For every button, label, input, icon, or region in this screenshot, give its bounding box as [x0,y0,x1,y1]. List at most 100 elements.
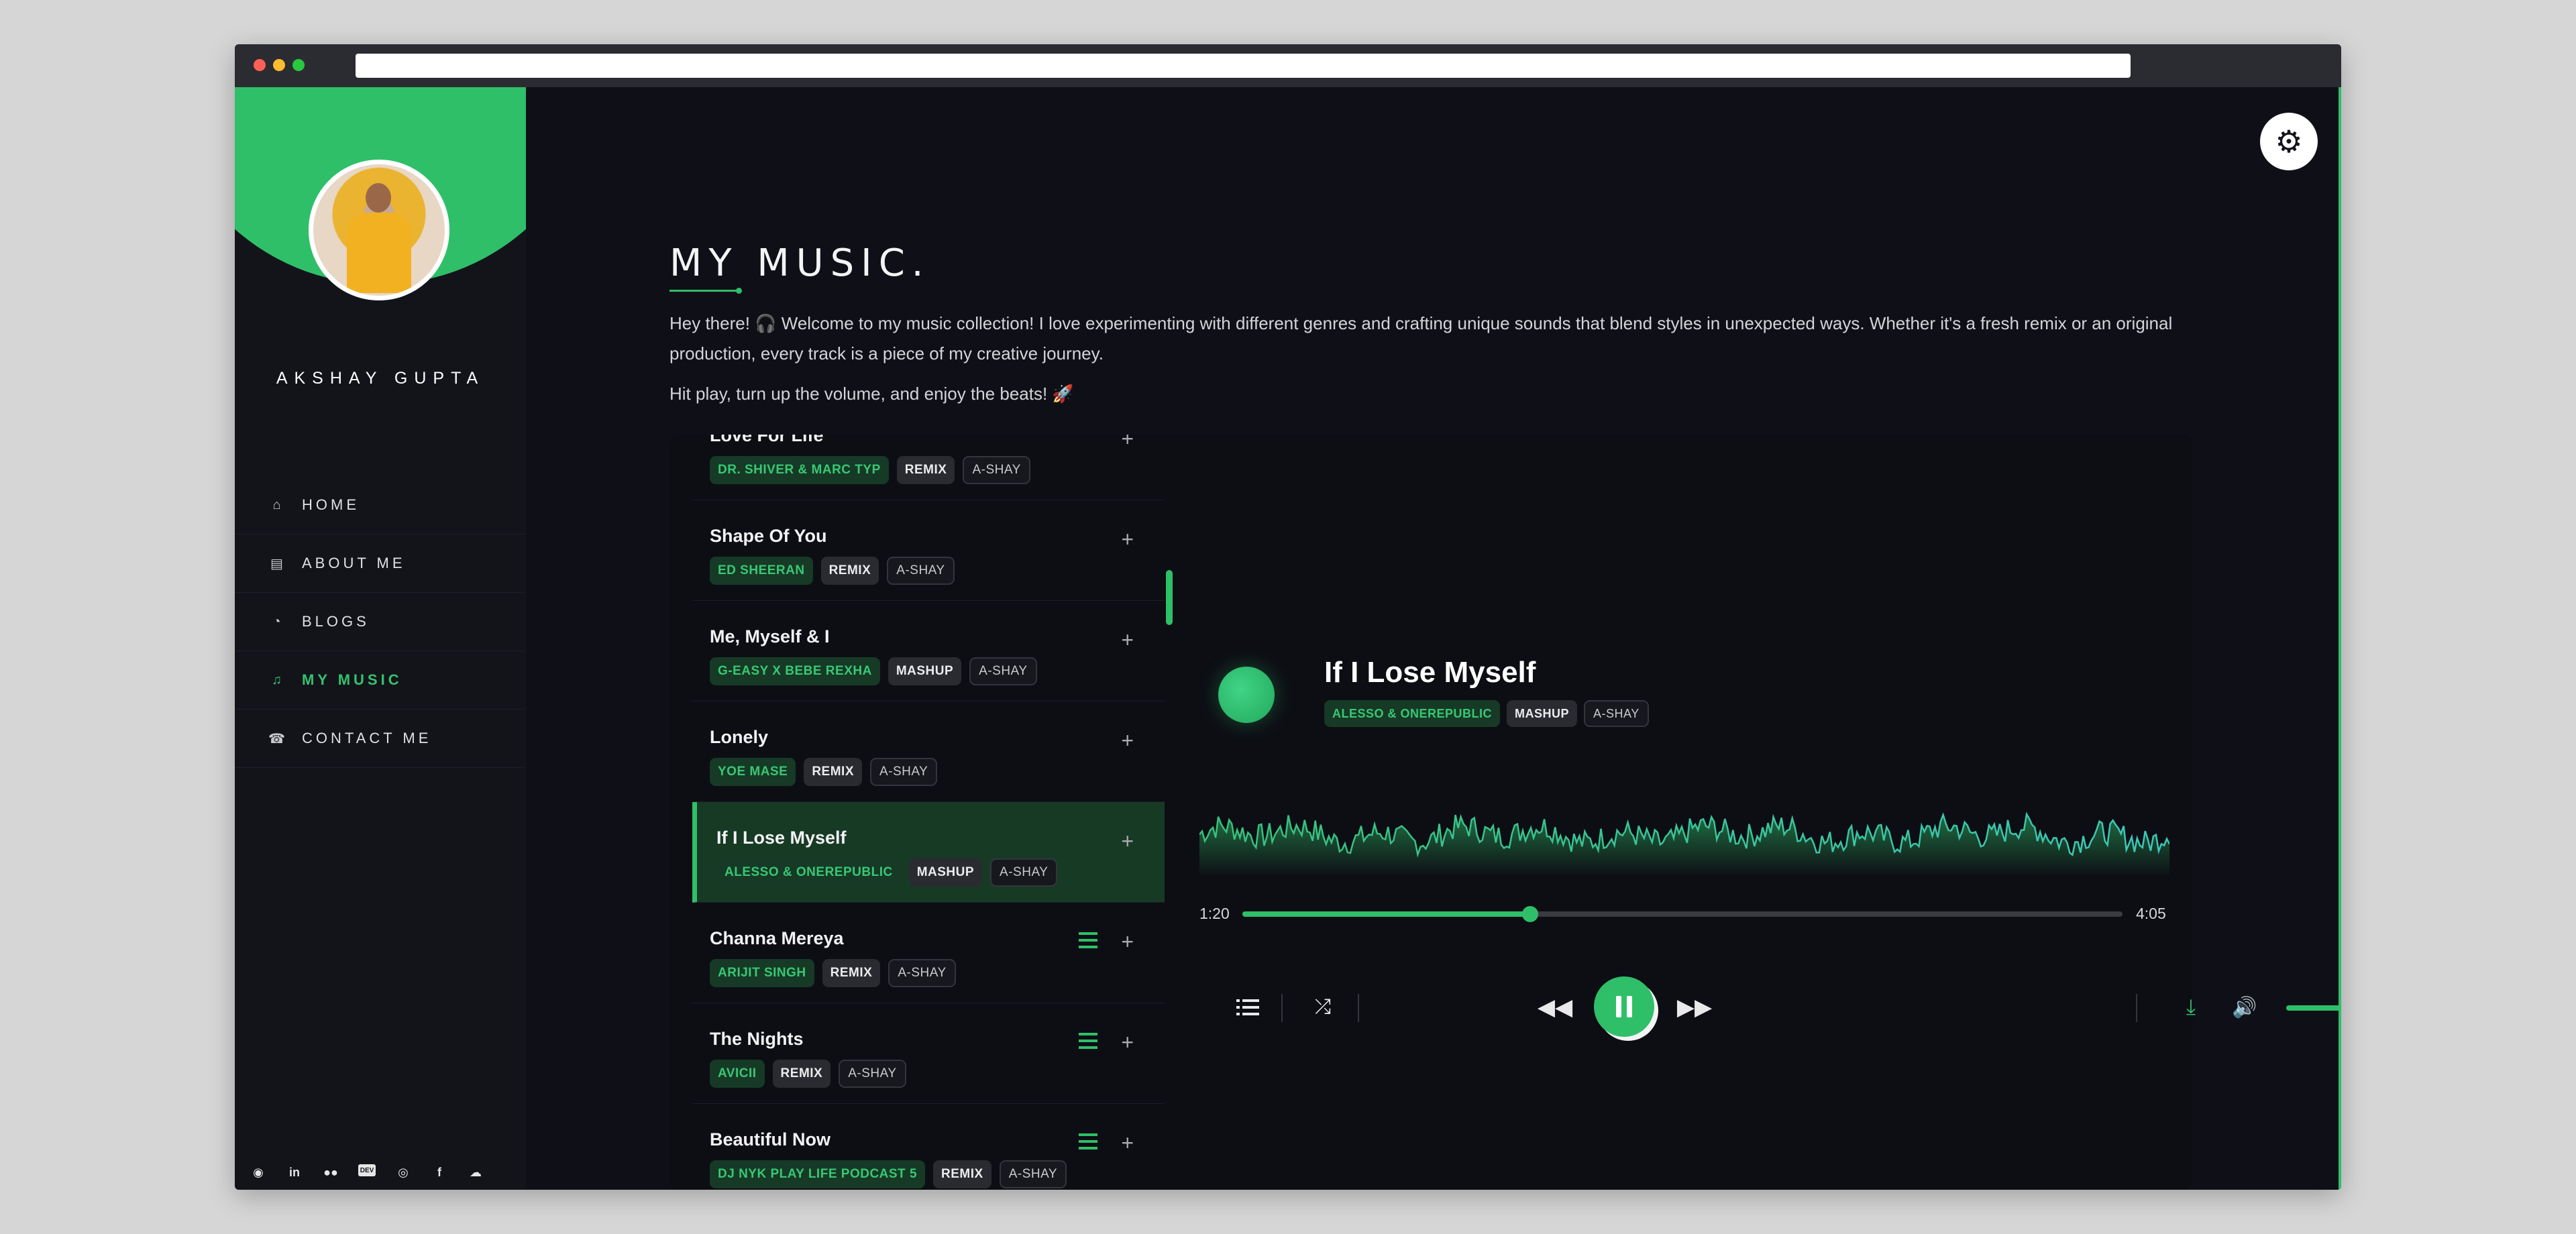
list-icon [1236,999,1259,1015]
control-divider [2136,994,2137,1022]
sidebar-item-home[interactable]: ⌂ HOME [235,476,526,535]
waveform[interactable] [1199,783,2169,877]
shuffle-button[interactable]: ⤮ [1308,993,1338,1022]
queue-list-icon[interactable] [1079,1133,1097,1149]
add-to-queue-button[interactable]: + [1121,931,1134,952]
track-title: Beautiful Now [710,1129,830,1149]
sidebar-item-label: ABOUT ME [302,555,406,571]
owner-tag: A-SHAY [963,456,1030,484]
download-icon: ⤓ [2186,995,2196,1019]
intro-tagline: Hit play, turn up the volume, and enjoy … [669,384,1074,404]
artist-tag: ED SHEERAN [710,557,813,585]
sidebar-item-label: MY MUSIC [302,671,402,688]
home-icon: ⌂ [272,497,284,512]
track-item[interactable]: If I Lose Myself ALESSO & ONEREPUBLIC MASH… [692,802,1165,903]
track-title: Shape Of You [710,526,827,546]
github-icon[interactable]: ◉ [250,1164,267,1180]
page-title: MY MUSIC. [669,241,930,285]
track-item[interactable]: Lonely YOE MASE REMIX A-SHAY + [692,702,1165,802]
track-item[interactable]: Love For Life DR. SHIVER & MARC TYP REMIX A… [692,435,1165,500]
type-tag: REMIX [772,1060,831,1088]
owner-tag: A-SHAY [887,557,955,585]
track-item[interactable]: Beautiful Now DJ NYK PLAY LIFE PODCAST 5R… [692,1104,1165,1190]
browser-titlebar [235,44,2341,87]
owner-tag: A-SHAY [870,758,938,786]
main-content: ⚙ MY MUSIC. Hey there! 🎧 Welcome to my m… [526,87,2341,1190]
artist-tag: DJ NYK PLAY LIFE PODCAST 5 [710,1160,926,1188]
mute-button[interactable]: 🔊 [2230,993,2259,1022]
rss-icon: ◔ [272,614,284,629]
address-bar[interactable] [356,54,2131,78]
type-tag: REMIX [896,456,955,484]
type-tag: REMIX [820,557,879,585]
gear-icon: ⚙ [2275,124,2303,159]
track-item[interactable]: Shape Of You ED SHEERAN REMIX A-SHAY + [692,500,1165,601]
sidebar-item-label: CONTACT ME [302,730,432,746]
add-to-queue-button[interactable]: + [1121,730,1134,751]
music-player: Love For Life DR. SHIVER & MARC TYP REMIX A… [669,435,2341,1190]
playlist-button[interactable] [1233,993,1263,1022]
owner-tag: A-SHAY [1584,700,1649,727]
download-button[interactable]: ⤓ [2176,993,2206,1022]
current-time: 1:20 [1199,905,1230,922]
theme-toggle-button[interactable]: ⚙ [2260,113,2318,170]
track-item[interactable]: The Nights AVICII REMIX A-SHAY + [692,1003,1165,1104]
track-tags: AVICII REMIX A-SHAY [710,1060,906,1088]
album-disc [1218,667,1275,723]
volume-slider[interactable] [2286,1005,2341,1011]
next-track-button[interactable]: ▶▶ [1677,993,1712,1022]
profile-name: AKSHAY GUPTA [276,369,485,388]
add-to-queue-button[interactable]: + [1121,1031,1134,1053]
track-title: If I Lose Myself [716,828,847,848]
type-tag: REMIX [804,758,862,786]
add-to-queue-button[interactable]: + [1121,830,1134,852]
owner-tag: A-SHAY [990,858,1058,887]
track-list-scrollbar[interactable] [1166,570,1173,625]
track-tags: ALESSO & ONEREPUBLIC MASHUP A-SHAY [716,858,1058,887]
artist-tag: ALESSO & ONEREPUBLIC [1324,700,1501,727]
linkedin-icon[interactable]: in [286,1164,303,1180]
music-note-icon: ♫ [272,672,285,687]
medium-icon[interactable]: ●● [322,1164,339,1180]
previous-track-button[interactable]: ◀◀ [1538,993,1572,1022]
track-title: Love For Life [710,435,824,445]
type-tag: REMIX [933,1160,991,1188]
owner-tag: A-SHAY [888,959,956,987]
queue-list-icon[interactable] [1079,932,1097,948]
id-badge-icon: ▤ [270,556,286,571]
type-tag: MASHUP [888,657,962,685]
pause-button[interactable] [1594,976,1654,1037]
add-to-queue-button[interactable]: + [1121,528,1134,550]
sidebar-item-label: BLOGS [302,613,370,630]
now-playing-tags: ALESSO & ONEREPUBLIC MASHUP A-SHAY [1324,700,1649,727]
queue-list-icon[interactable] [1079,1033,1097,1049]
minimize-window-button[interactable] [273,59,285,71]
sidebar-item-contact-me[interactable]: ☎ CONTACT ME [235,710,526,768]
track-list[interactable]: Love For Life DR. SHIVER & MARC TYP REMIX A… [692,435,1165,1190]
facebook-icon[interactable]: f [431,1164,448,1180]
add-to-queue-button[interactable]: + [1121,1132,1134,1154]
sidebar-nav: ⌂ HOME ▤ ABOUT ME ◔ BLOGS ♫ MY MUSIC ☎ CONTACT ME [235,476,526,768]
add-to-queue-button[interactable]: + [1121,435,1134,449]
sidebar-item-blogs[interactable]: ◔ BLOGS [235,593,526,651]
title-underline [669,288,742,294]
devto-icon[interactable]: DEV [358,1164,376,1176]
instagram-icon[interactable]: ◎ [394,1164,412,1180]
close-window-button[interactable] [254,59,266,71]
track-item[interactable]: Me, Myself & I G-EASY X BEBE REXHA MASHUP A… [692,601,1165,702]
control-divider [1358,994,1359,1022]
track-title: Channa Mereya [710,928,844,948]
now-playing-title: If I Lose Myself [1324,656,1536,689]
add-to-queue-button[interactable]: + [1121,629,1134,651]
artist-tag: DR. SHIVER & MARC TYP [710,456,889,484]
track-tags: YOE MASE REMIX A-SHAY [710,758,938,786]
soundcloud-icon[interactable]: ☁ [467,1164,484,1180]
maximize-window-button[interactable] [292,59,305,71]
seek-bar-handle[interactable] [1522,906,1539,922]
owner-tag: A-SHAY [969,657,1037,685]
sidebar-item-about-me[interactable]: ▤ ABOUT ME [235,535,526,593]
track-item[interactable]: Channa Mereya ARIJIT SINGH REMIX A-SHAY + [692,903,1165,1003]
sidebar-item-my-music[interactable]: ♫ MY MUSIC [235,651,526,710]
owner-tag: A-SHAY [999,1160,1067,1188]
seek-bar[interactable] [1242,906,2123,922]
